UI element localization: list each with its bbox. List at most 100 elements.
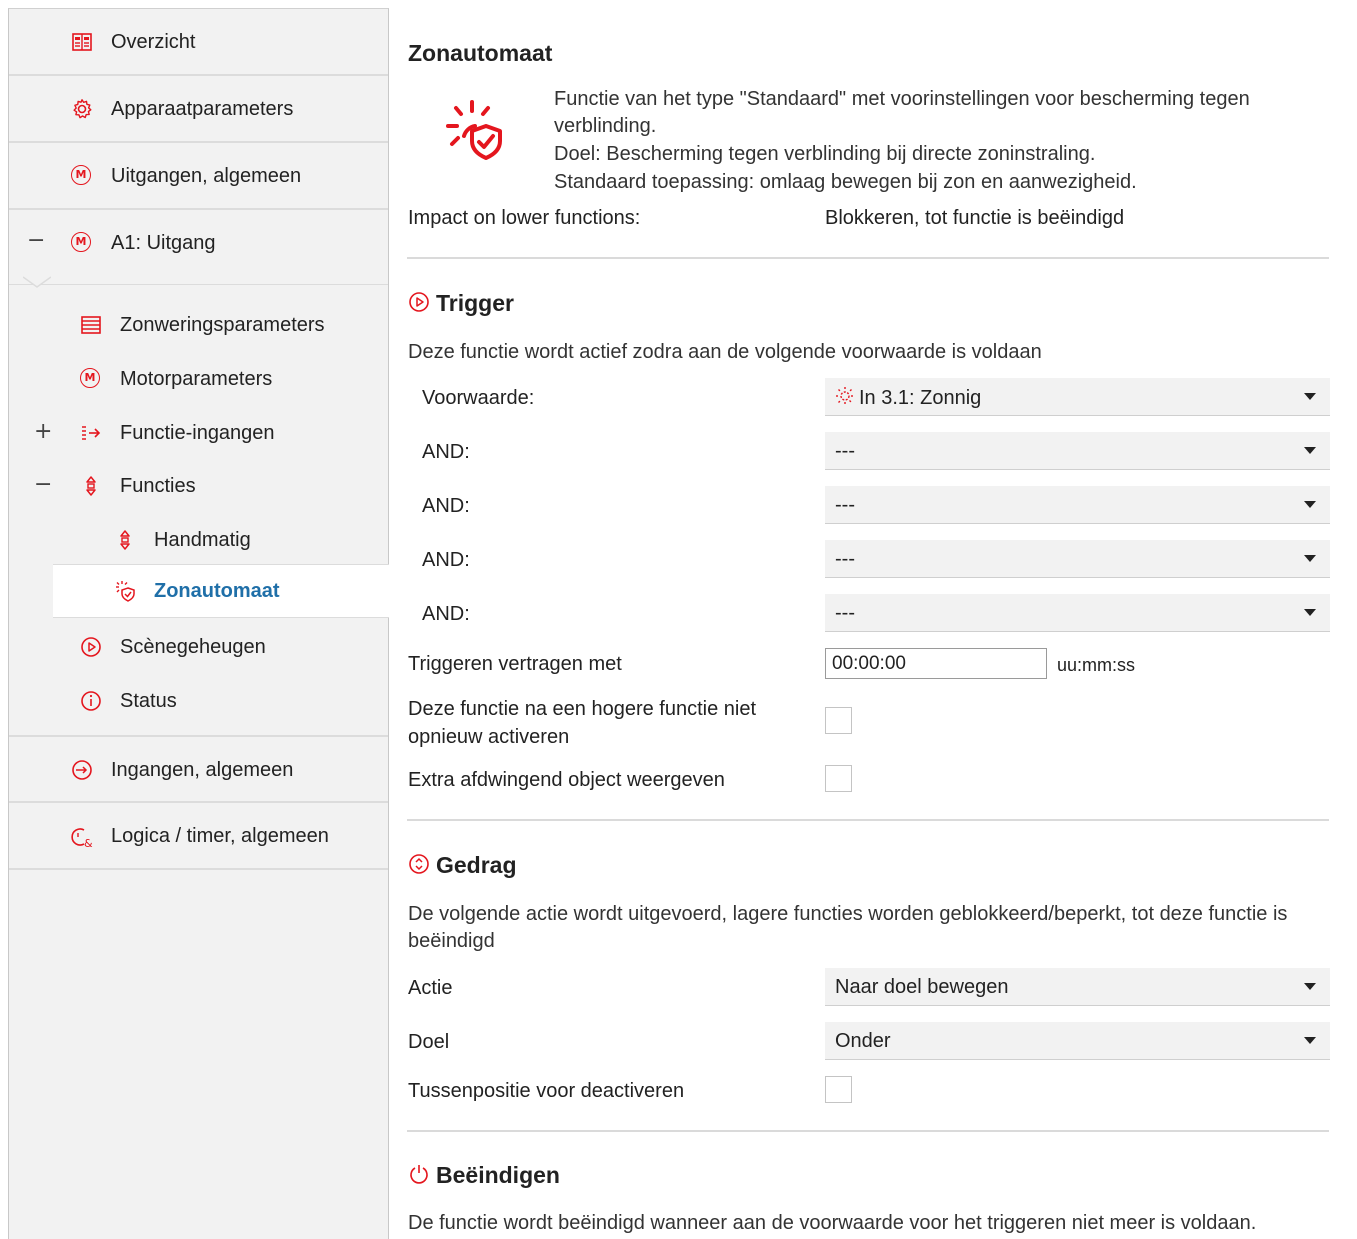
sidebar-item-label: Motorparameters <box>120 368 273 390</box>
sidebar-item-motorparameters[interactable]: M Motorparameters <box>9 359 388 399</box>
sun-icon <box>836 387 854 405</box>
sidebar-item-label: Scènegeheugen <box>120 636 266 658</box>
sidebar-item-label: Ingangen, algemeen <box>111 759 294 781</box>
sun-shield-icon <box>114 580 136 602</box>
expanded-notch-icon <box>23 276 51 288</box>
sidebar-item-label: Apparaatparameters <box>111 98 294 120</box>
chevron-down-icon <box>1304 1037 1316 1044</box>
trigger-intro: Deze functie wordt actief zodra aan de v… <box>408 341 1042 363</box>
sidebar-item-apparaatparameters[interactable]: Apparaatparameters <box>9 76 388 143</box>
divider <box>407 1130 1329 1132</box>
page-title: Zonautomaat <box>408 40 553 66</box>
and-select-value: --- <box>835 548 855 570</box>
sidebar: Overzicht Apparaatparameters M Uitgangen… <box>8 8 389 1239</box>
target-select[interactable]: Onder <box>825 1022 1330 1060</box>
main-panel: Zonautomaat Functie van het type "Standa… <box>388 0 1357 1234</box>
sidebar-item-zonautomaat[interactable]: Zonautomaat <box>53 564 389 618</box>
sidebar-item-zonweringsparameters[interactable]: Zonweringsparameters <box>9 305 388 345</box>
no-reactivate-label: Deze functie na een hogere functie niet <box>408 698 757 720</box>
sidebar-item-label: A1: Uitgang <box>111 232 216 254</box>
sidebar-item-logica-timer[interactable]: & Logica / timer, algemeen <box>9 803 388 870</box>
target-select-value: Onder <box>835 1030 891 1052</box>
sidebar-item-label: Overzicht <box>111 31 196 53</box>
chevron-down-icon <box>1304 609 1316 616</box>
and-select-1[interactable]: --- <box>825 432 1330 470</box>
sidebar-item-overzicht[interactable]: Overzicht <box>9 9 388 76</box>
action-select-value: Naar doel bewegen <box>835 976 1009 998</box>
sidebar-item-label: Handmatig <box>154 529 251 551</box>
chevron-down-icon <box>1304 501 1316 508</box>
description-line: Functie van het type "Standaard" met voo… <box>554 88 1250 110</box>
sidebar-item-label: Status <box>120 690 177 712</box>
gear-icon <box>71 98 93 120</box>
and-select-4[interactable]: --- <box>825 594 1330 632</box>
impact-label: Impact on lower functions: <box>408 207 641 229</box>
intermediate-label: Tussenpositie voor deactiveren <box>408 1080 685 1102</box>
and-select-3[interactable]: --- <box>825 540 1330 578</box>
delay-unit: uu:mm:ss <box>1057 655 1136 675</box>
and-label: AND: <box>422 441 470 463</box>
info-icon <box>80 690 102 712</box>
action-select[interactable]: Naar doel bewegen <box>825 968 1330 1006</box>
sidebar-item-label: Logica / timer, algemeen <box>111 825 329 847</box>
and-select-value: --- <box>835 494 855 516</box>
collapse-toggle[interactable]: − <box>34 472 52 497</box>
sidebar-item-handmatig[interactable]: Handmatig <box>9 520 388 560</box>
sidebar-item-uitgangen-algemeen[interactable]: M Uitgangen, algemeen <box>9 143 388 210</box>
logic-timer-icon: & <box>69 825 95 850</box>
sun-shield-icon <box>442 96 514 173</box>
description-line: Doel: Bescherming tegen verblinding bij … <box>554 143 1096 165</box>
sidebar-item-a1-uitgang[interactable]: − M A1: Uitgang <box>9 210 388 288</box>
chevron-down-icon <box>1304 393 1316 400</box>
and-select-value: --- <box>835 440 855 462</box>
input-icon <box>71 759 93 781</box>
overview-icon <box>71 31 93 53</box>
and-label: AND: <box>422 549 470 571</box>
and-select-2[interactable]: --- <box>825 486 1330 524</box>
trigger-heading-text: Trigger <box>436 290 514 316</box>
and-label: AND: <box>422 495 470 517</box>
and-select-value: --- <box>835 602 855 624</box>
condition-select[interactable]: In 3.1: Zonnig <box>825 378 1330 416</box>
behavior-intro: De volgende actie wordt uitgevoerd, lage… <box>408 903 1288 925</box>
end-heading-text: Beëindigen <box>436 1162 560 1188</box>
target-label: Doel <box>408 1031 450 1053</box>
sidebar-item-functies[interactable]: − Functies <box>9 466 388 506</box>
sidebar-item-label: Zonweringsparameters <box>120 314 325 336</box>
chevron-down-icon <box>1304 447 1316 454</box>
sidebar-item-label: Functie-ingangen <box>120 422 275 444</box>
play-circle-icon <box>408 291 430 319</box>
motor-icon: M <box>71 232 93 254</box>
chevron-down-icon <box>1304 983 1316 990</box>
expand-toggle[interactable]: + <box>34 419 52 444</box>
functions-icon <box>80 475 102 497</box>
sidebar-item-label: Zonautomaat <box>154 580 280 602</box>
sidebar-item-functie-ingangen[interactable]: + Functie-ingangen <box>9 413 388 453</box>
and-label: AND: <box>422 603 470 625</box>
behavior-intro: beëindigd <box>408 930 495 952</box>
action-label: Actie <box>408 977 453 999</box>
no-reactivate-checkbox[interactable] <box>825 707 852 734</box>
manual-icon <box>114 529 136 551</box>
delay-input[interactable] <box>825 648 1047 679</box>
condition-label: Voorwaarde: <box>422 387 535 409</box>
chevron-down-icon <box>1304 555 1316 562</box>
power-icon <box>408 1163 430 1191</box>
motor-icon: M <box>71 165 93 187</box>
svg-text:&: & <box>84 837 93 849</box>
description-line: Standaard toepassing: omlaag bewegen bij… <box>554 171 1137 193</box>
end-intro: De functie wordt beëindigd wanneer aan d… <box>408 1212 1257 1234</box>
description-line: verblinding. <box>554 115 657 137</box>
extra-object-checkbox[interactable] <box>825 765 852 792</box>
intermediate-checkbox[interactable] <box>825 1076 852 1103</box>
trigger-heading: Trigger <box>408 290 514 319</box>
end-heading: Beëindigen <box>408 1162 560 1191</box>
impact-value: Blokkeren, tot functie is beëindigd <box>825 207 1125 229</box>
motor-icon: M <box>80 368 102 390</box>
sidebar-item-ingangen-algemeen[interactable]: Ingangen, algemeen <box>9 735 388 803</box>
sidebar-item-status[interactable]: Status <box>9 681 388 721</box>
no-reactivate-label: opnieuw activeren <box>408 726 570 748</box>
scene-icon <box>80 636 102 658</box>
collapse-toggle[interactable]: − <box>27 228 45 253</box>
sidebar-item-scenegeheugen[interactable]: Scènegeheugen <box>9 627 388 667</box>
